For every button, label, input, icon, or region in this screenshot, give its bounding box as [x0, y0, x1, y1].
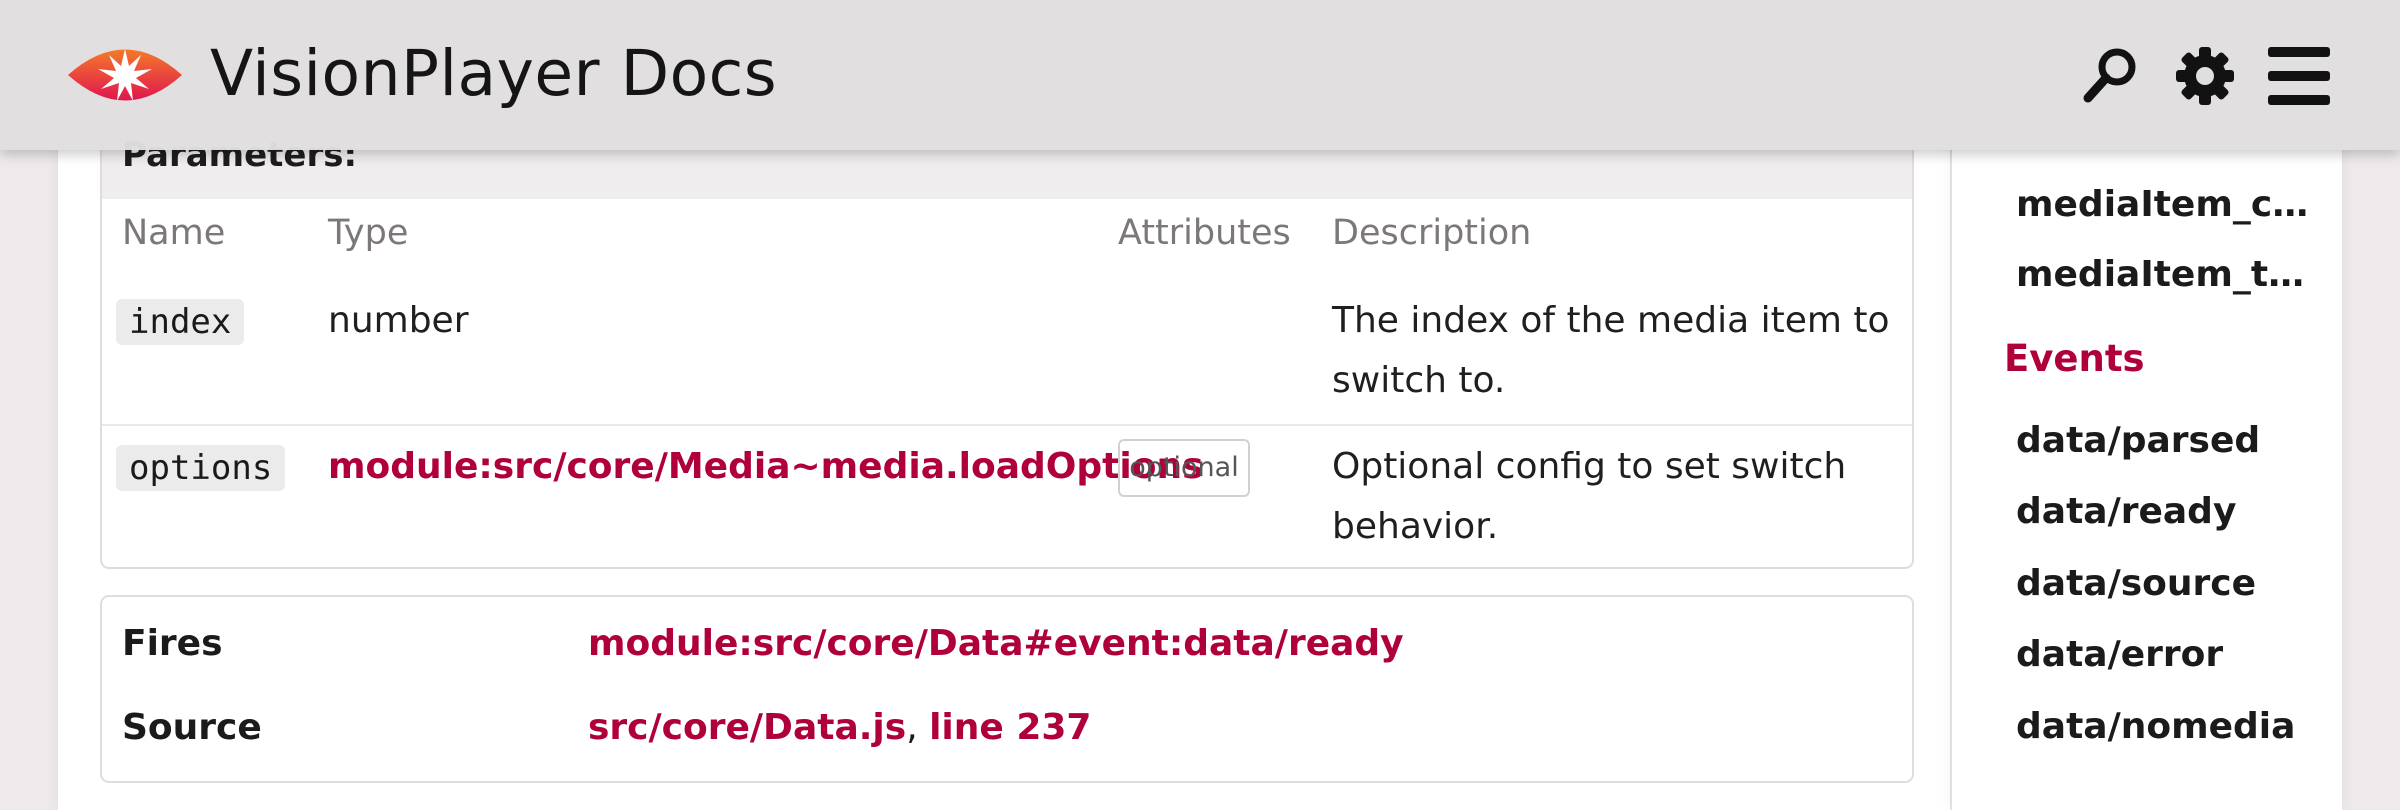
- fires-event-link[interactable]: module:src/core/Data#event:data/ready: [588, 623, 1404, 664]
- details-box: Fires module:src/core/Data#event:data/re…: [100, 595, 1914, 783]
- hamburger-icon[interactable]: [2264, 41, 2334, 111]
- sidebar-item-event[interactable]: data/source: [2016, 563, 2256, 604]
- column-header-attributes: Attributes: [1118, 213, 1291, 253]
- param-description-line-2: switch to.: [1332, 360, 1506, 401]
- param-type-link[interactable]: module:src/core/Media~media.loadOptions: [328, 437, 1204, 497]
- param-name-options: options: [116, 445, 286, 491]
- param-type-index: number: [328, 300, 469, 341]
- param-name-index: index: [116, 299, 245, 345]
- source-line-link[interactable]: line 237: [929, 707, 1091, 748]
- app-title[interactable]: VisionPlayer Docs: [210, 32, 777, 116]
- sidebar-events-heading[interactable]: Events: [2004, 337, 2145, 380]
- param-description-line-1: The index of the media item to: [1332, 300, 1890, 341]
- parameters-table: Parameters: Name Type Attributes Descrip…: [100, 125, 1914, 569]
- source-file-link[interactable]: src/core/Data.js: [588, 707, 906, 748]
- param-description-line-1: Optional config to set switch: [1332, 446, 1847, 487]
- sidebar-item-event[interactable]: data/ready: [2016, 491, 2236, 532]
- sidebar-item-event[interactable]: data/parsed: [2016, 420, 2260, 461]
- column-header-name: Name: [122, 213, 226, 253]
- row-divider: [102, 424, 1912, 426]
- search-icon[interactable]: [2076, 41, 2146, 111]
- sidebar-item-member[interactable]: mediaItem_t…: [2016, 254, 2304, 295]
- logo-icon[interactable]: [66, 36, 184, 114]
- optional-badge: optional: [1118, 439, 1250, 497]
- column-header-type: Type: [328, 213, 409, 253]
- source-separator: ,: [906, 707, 930, 748]
- gear-icon[interactable]: [2170, 41, 2240, 111]
- source-label: Source: [122, 707, 262, 748]
- param-description-line-2: behavior.: [1332, 506, 1499, 547]
- top-navbar: VisionPlayer Docs: [0, 0, 2400, 150]
- sidebar-item-member[interactable]: mediaItem_c…: [2016, 184, 2308, 225]
- fires-label: Fires: [122, 623, 223, 664]
- sidebar-item-event[interactable]: data/nomedia: [2016, 706, 2295, 747]
- column-header-description: Description: [1332, 213, 1532, 253]
- source-value: src/core/Data.js, line 237: [588, 707, 1091, 748]
- sidebar-item-event[interactable]: data/error: [2016, 634, 2223, 675]
